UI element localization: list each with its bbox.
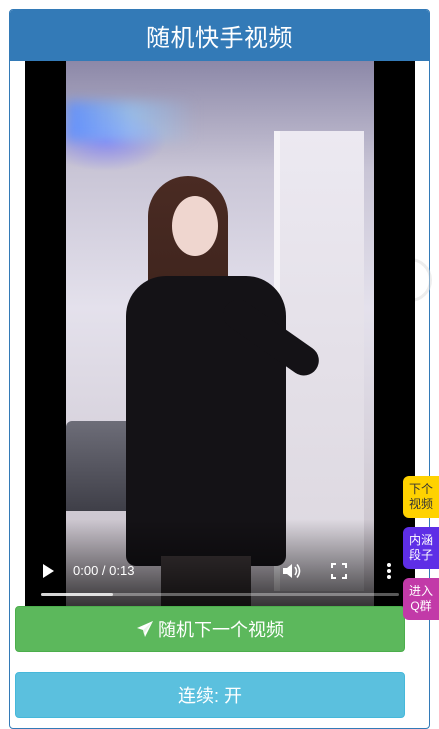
volume-icon[interactable] xyxy=(283,563,303,579)
tag-group-line2: Q群 xyxy=(410,599,432,613)
seek-bar[interactable] xyxy=(41,593,399,596)
ceiling-light xyxy=(66,101,196,141)
time-display: 0:00 / 0:13 xyxy=(73,563,135,578)
page-title: 随机快手视频 xyxy=(10,10,429,61)
video-controls: 0:00 / 0:13 xyxy=(25,519,415,609)
float-next-video-tag[interactable]: 下个 视频 xyxy=(403,476,439,518)
next-button-label: 随机下一个视频 xyxy=(158,620,284,640)
loop-toggle-button[interactable]: 连续: 开 xyxy=(15,672,405,718)
play-icon[interactable] xyxy=(43,564,54,578)
paper-plane-icon xyxy=(137,621,153,637)
video-player[interactable]: 0:00 / 0:13 xyxy=(25,61,415,609)
seek-progress xyxy=(41,593,113,596)
tag-next-line2: 视频 xyxy=(408,497,433,511)
float-jokes-tag[interactable]: 内涵 段子 xyxy=(403,527,439,569)
fullscreen-icon[interactable] xyxy=(331,563,347,579)
person-face xyxy=(172,196,218,256)
tag-group-line1: 进入 xyxy=(408,584,433,598)
tag-next-line1: 下个 xyxy=(408,482,433,496)
float-join-group-tag[interactable]: 进入 Q群 xyxy=(403,578,439,620)
random-next-video-button[interactable]: 随机下一个视频 xyxy=(15,606,405,652)
more-vert-icon[interactable] xyxy=(385,562,393,580)
tag-joke-line1: 内涵 xyxy=(408,533,433,547)
loop-button-label: 连续: 开 xyxy=(177,686,242,706)
tag-joke-line2: 段子 xyxy=(408,548,433,562)
controls-row: 0:00 / 0:13 xyxy=(25,559,415,583)
